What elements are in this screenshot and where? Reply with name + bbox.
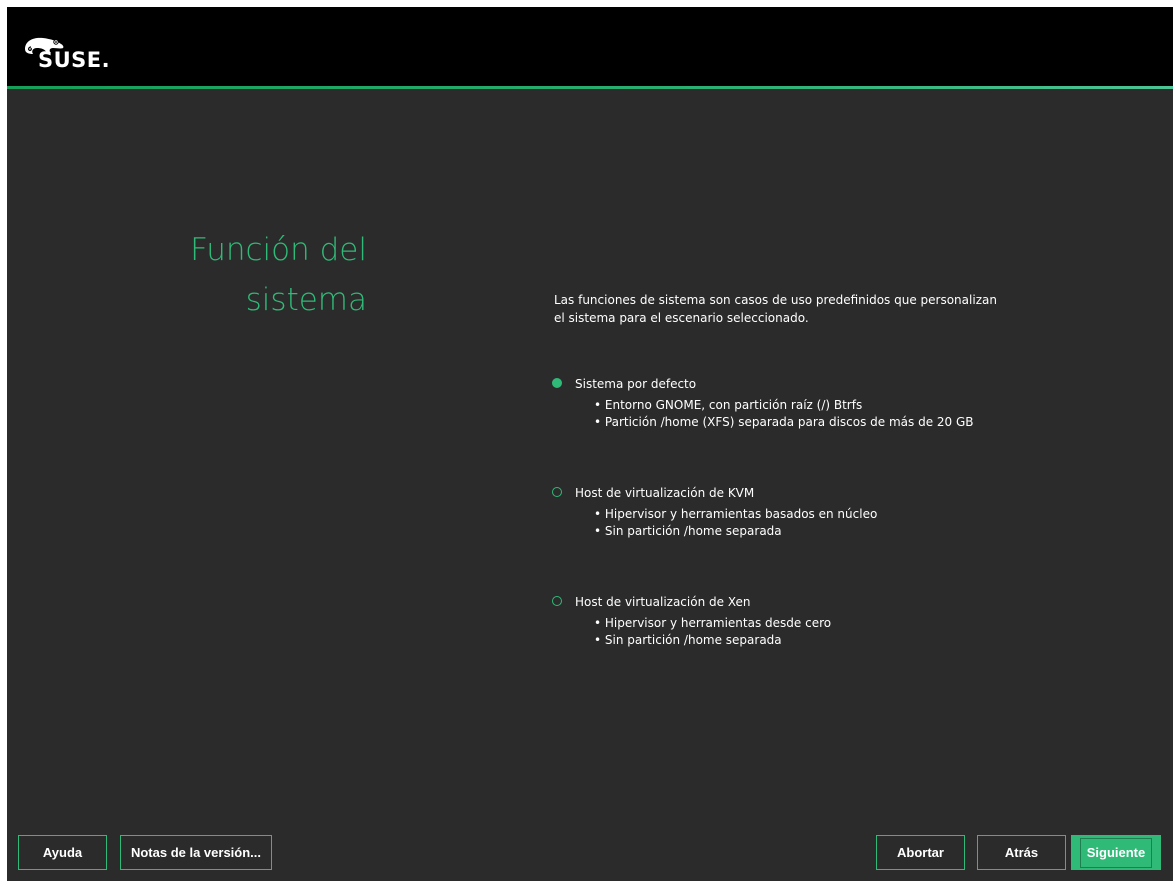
role-detail: Hipervisor y herramientas desde cero (594, 615, 831, 632)
page-title: Función del sistema (107, 225, 367, 325)
next-button[interactable]: Siguiente (1071, 835, 1161, 870)
radio-unselected-icon[interactable] (552, 487, 562, 497)
role-label-kvm[interactable]: Host de virtualización de KVM (575, 485, 754, 501)
brand-wordmark: SUSE. (38, 48, 111, 72)
help-button[interactable]: Ayuda (18, 835, 107, 870)
release-notes-button[interactable]: Notas de la versión... (120, 835, 272, 870)
role-details-default: Entorno GNOME, con partición raíz (/) Bt… (594, 397, 974, 431)
next-button-label[interactable]: Siguiente (1079, 837, 1153, 868)
description-line-2: el sistema para el escenario seleccionad… (554, 311, 809, 325)
radio-unselected-icon[interactable] (552, 596, 562, 606)
description-line-1: Las funciones de sistema son casos de us… (554, 293, 997, 307)
installer-window: SUSE. Función del sistema Las funciones … (7, 7, 1173, 881)
role-label-default[interactable]: Sistema por defecto (575, 376, 696, 392)
header-bar: SUSE. (7, 7, 1173, 86)
page-description: Las funciones de sistema son casos de us… (554, 291, 1024, 327)
suse-logo: SUSE. (23, 35, 133, 75)
role-detail: Sin partición /home separada (594, 632, 831, 649)
role-detail: Partición /home (XFS) separada para disc… (594, 414, 974, 431)
role-detail: Hipervisor y herramientas basados en núc… (594, 506, 877, 523)
page-title-line-1: Función del (190, 232, 367, 268)
role-detail: Entorno GNOME, con partición raíz (/) Bt… (594, 397, 974, 414)
page-title-line-2: sistema (245, 282, 367, 318)
header-accent-line (7, 86, 1173, 89)
back-button[interactable]: Atrás (977, 835, 1066, 870)
role-detail: Sin partición /home separada (594, 523, 877, 540)
role-details-kvm: Hipervisor y herramientas basados en núc… (594, 506, 877, 540)
role-details-xen: Hipervisor y herramientas desde cero Sin… (594, 615, 831, 649)
role-label-xen[interactable]: Host de virtualización de Xen (575, 594, 750, 610)
abort-button[interactable]: Abortar (876, 835, 965, 870)
radio-selected-icon[interactable] (552, 378, 562, 388)
